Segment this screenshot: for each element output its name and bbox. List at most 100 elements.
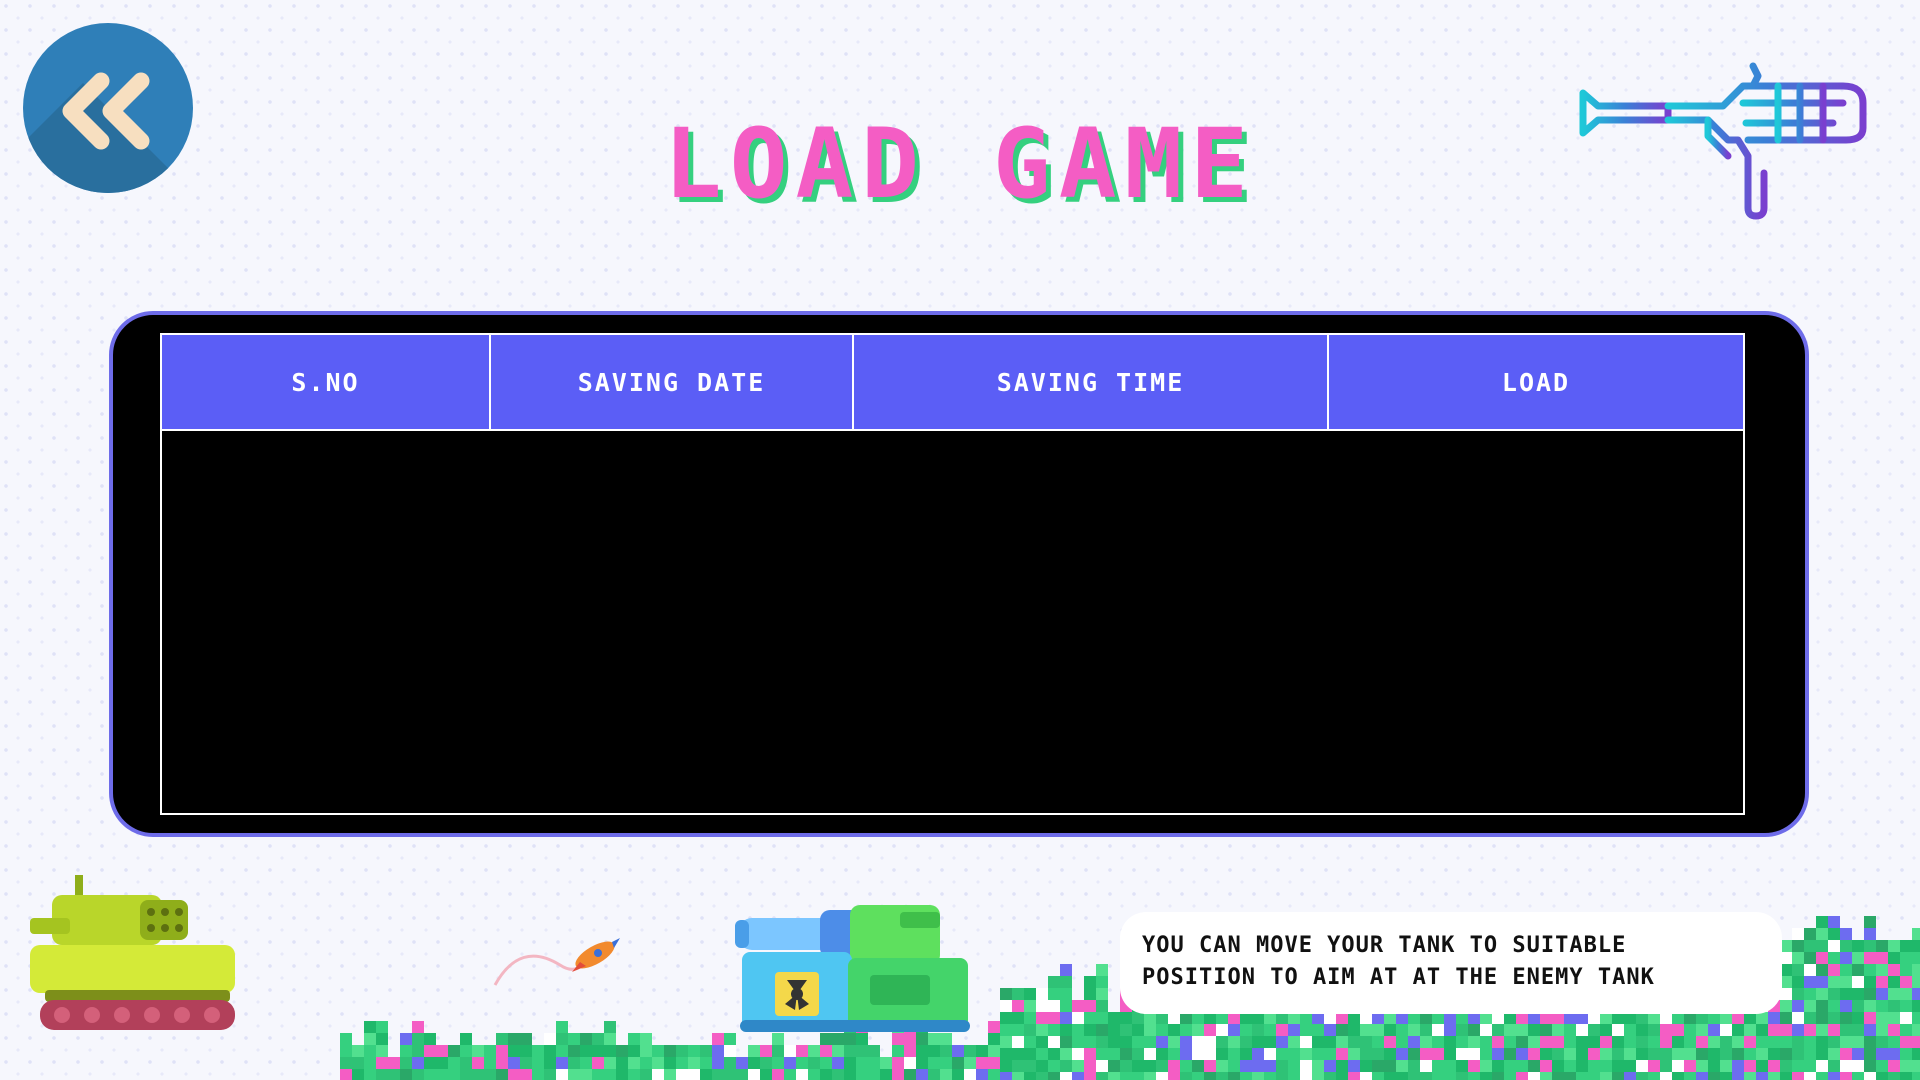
grass-pixel: [1636, 1048, 1648, 1060]
grass-pixel: [1888, 940, 1900, 952]
grass-pixel: [1756, 1072, 1768, 1080]
grass-pixel: [1588, 1048, 1600, 1060]
grass-pixel: [1600, 1036, 1612, 1048]
grass-pixel: [1384, 1060, 1396, 1072]
grass-pixel: [556, 1045, 568, 1057]
grass-pixel: [628, 1057, 640, 1069]
grass-pixel: [856, 1069, 868, 1080]
grass-pixel: [1696, 1036, 1708, 1048]
grass-pixel: [1144, 1060, 1156, 1072]
grass-pixel: [1612, 1024, 1624, 1036]
grass-pixel: [1384, 1072, 1396, 1080]
grass-pixel: [1636, 1060, 1648, 1072]
grass-pixel: [688, 1045, 700, 1057]
grass-pixel: [976, 1057, 988, 1069]
grass-pixel: [1216, 1072, 1228, 1080]
grass-pixel: [1180, 1048, 1192, 1060]
grass-pixel: [808, 1045, 820, 1057]
grass-pixel: [1840, 1060, 1852, 1072]
grass-pixel: [472, 1069, 484, 1080]
grass-pixel: [1516, 1036, 1528, 1048]
grass-pixel: [1780, 1000, 1792, 1012]
grass-pixel: [1648, 1036, 1660, 1048]
grass-pixel: [976, 1069, 988, 1080]
grass-pixel: [1864, 1072, 1876, 1080]
grass-pixel: [568, 1045, 580, 1057]
grass-pixel: [412, 1045, 424, 1057]
grass-pixel: [1348, 1072, 1360, 1080]
grass-pixel: [1804, 976, 1816, 988]
grass-pixel: [712, 1057, 724, 1069]
grass-pixel: [1312, 1024, 1324, 1036]
grass-pixel: [1408, 1024, 1420, 1036]
grass-pixel: [1792, 1048, 1804, 1060]
grass-pixel: [1468, 1048, 1480, 1060]
grass-pixel: [484, 1069, 496, 1080]
grass-pixel: [496, 1045, 508, 1057]
grass-pixel: [1156, 1048, 1168, 1060]
ray-gun-icon: [1579, 62, 1867, 220]
grass-pixel: [1060, 1024, 1072, 1036]
grass-pixel: [1744, 1072, 1756, 1080]
grass-pixel: [1420, 1072, 1432, 1080]
grass-pixel: [1876, 976, 1888, 988]
grass-pixel: [1912, 1024, 1920, 1036]
grass-pixel: [1816, 1048, 1828, 1060]
grass-pixel: [1600, 1024, 1612, 1036]
grass-pixel: [592, 1057, 604, 1069]
grass-pixel: [448, 1057, 460, 1069]
grass-pixel: [496, 1033, 508, 1045]
grass-pixel: [364, 1057, 376, 1069]
grass-pixel: [1888, 952, 1900, 964]
grass-pixel: [532, 1069, 544, 1080]
grass-pixel: [1312, 1072, 1324, 1080]
grass-pixel: [1000, 1012, 1012, 1024]
grass-pixel: [1288, 1036, 1300, 1048]
grass-pixel: [1840, 940, 1852, 952]
grass-pixel: [1720, 1060, 1732, 1072]
grass-pixel: [1648, 1072, 1660, 1080]
grass-pixel: [1216, 1060, 1228, 1072]
grass-pixel: [1228, 1072, 1240, 1080]
grass-pixel: [400, 1045, 412, 1057]
grass-pixel: [412, 1057, 424, 1069]
grass-pixel: [1084, 1048, 1096, 1060]
grass-pixel: [904, 1069, 916, 1080]
grass-pixel: [1612, 1048, 1624, 1060]
grass-pixel: [1804, 940, 1816, 952]
grass-pixel: [1048, 1036, 1060, 1048]
grass-pixel: [724, 1057, 736, 1069]
grass-pixel: [1012, 1048, 1024, 1060]
grass-pixel: [868, 1057, 880, 1069]
grass-pixel: [1036, 1012, 1048, 1024]
grass-pixel: [1732, 1024, 1744, 1036]
grass-pixel: [1144, 1036, 1156, 1048]
grass-pixel: [1264, 1048, 1276, 1060]
grass-pixel: [1048, 988, 1060, 1000]
grass-pixel: [1264, 1024, 1276, 1036]
grass-pixel: [1888, 964, 1900, 976]
grass-pixel: [1804, 1072, 1816, 1080]
grass-pixel: [1744, 1048, 1756, 1060]
grass-pixel: [544, 1069, 556, 1080]
grass-pixel: [1912, 952, 1920, 964]
grass-pixel: [436, 1045, 448, 1057]
grass-pixel: [1492, 1036, 1504, 1048]
grass-pixel: [1432, 1048, 1444, 1060]
grass-pixel: [1516, 1072, 1528, 1080]
grass-pixel: [1540, 1048, 1552, 1060]
grass-pixel: [892, 1045, 904, 1057]
grass-pixel: [1864, 928, 1876, 940]
grass-pixel: [1864, 976, 1876, 988]
grass-pixel: [1228, 1024, 1240, 1036]
grass-pixel: [1876, 988, 1888, 1000]
grass-pixel: [1492, 1048, 1504, 1060]
grass-pixel: [364, 1033, 376, 1045]
grass-pixel: [892, 1057, 904, 1069]
grass-pixel: [1684, 1060, 1696, 1072]
grass-pixel: [1048, 1072, 1060, 1080]
grass-pixel: [520, 1069, 532, 1080]
grass-pixel: [460, 1057, 472, 1069]
grass-pixel: [652, 1057, 664, 1069]
grass-pixel: [1660, 1024, 1672, 1036]
